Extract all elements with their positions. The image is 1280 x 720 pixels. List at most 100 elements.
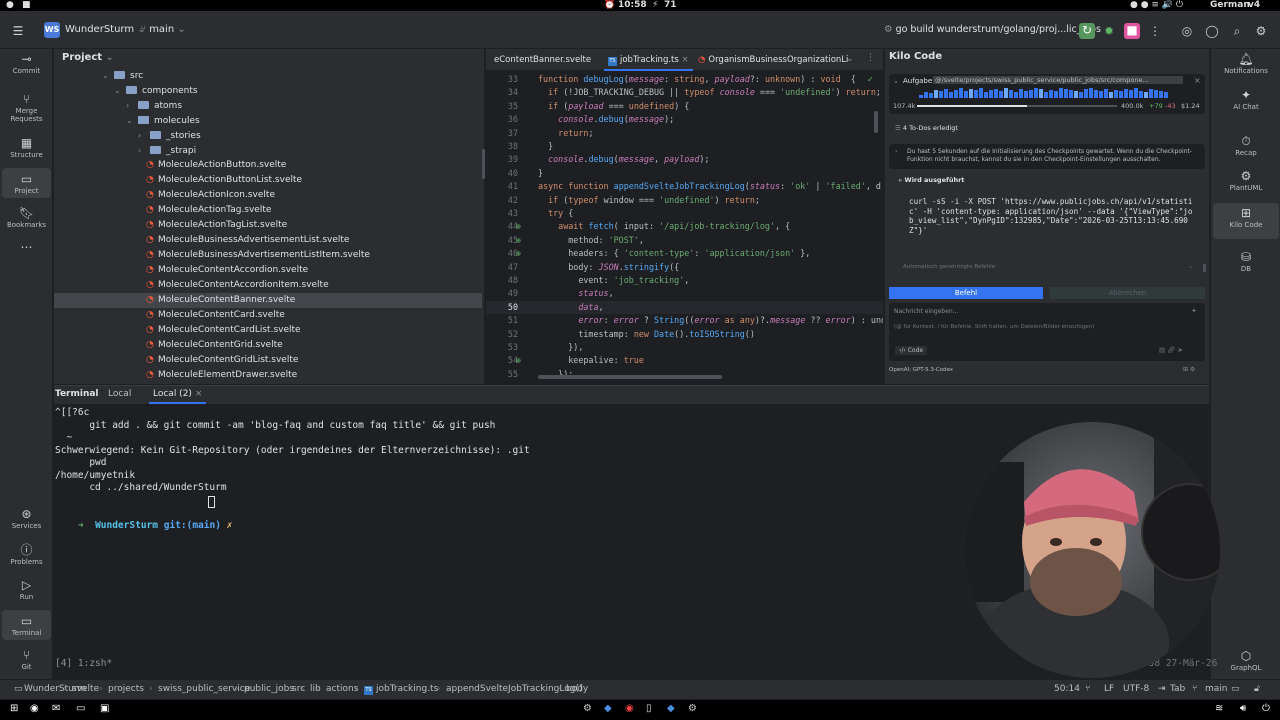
dock-app-2-icon[interactable]: ◆	[604, 703, 612, 714]
cancel-button[interactable]: Abbrechen	[1050, 287, 1205, 299]
code-line[interactable]: 41 async function appendSvelteJobTracking…	[486, 180, 883, 193]
breadcrumb-item[interactable]: body	[566, 684, 588, 694]
chevron-down-icon[interactable]: ⌄	[126, 113, 138, 128]
breadcrumb-item[interactable]: actions	[326, 684, 358, 694]
apps-icon[interactable]: ⊞	[10, 703, 18, 714]
code-line[interactable]: 36 console.debug(message);	[486, 113, 883, 126]
tool-services[interactable]: ⊛ Services	[2, 506, 51, 530]
chevron-icon[interactable]: ⌄	[893, 77, 899, 85]
tree-file[interactable]: ◔ MoleculeActionButton.svelte	[146, 158, 286, 173]
tree-file[interactable]: ◔ MoleculeContentAccordionItem.svelte	[146, 278, 329, 293]
tab-job-tracking[interactable]: TS jobTracking.ts ×	[604, 49, 693, 71]
code-line[interactable]: 37 return;	[486, 127, 883, 140]
dock-app-4-icon[interactable]: ▯	[646, 703, 652, 714]
project-panel-title[interactable]: Project ⌄	[62, 52, 114, 63]
tool-graphql[interactable]: ⬡ GraphQL	[1213, 648, 1279, 672]
tabs-more-icon[interactable]: ⋮	[866, 53, 875, 63]
tree-folder[interactable]: › atoms	[126, 98, 182, 113]
tool-git[interactable]: ⑂ Git	[2, 647, 51, 671]
code-line[interactable]: 38 }	[486, 140, 883, 153]
tree-folder[interactable]: ⌄ molecules	[126, 113, 200, 128]
mail-icon[interactable]: ✉	[52, 703, 60, 714]
gutter-icon[interactable]: ⊕	[516, 247, 521, 260]
status-branch[interactable]: main	[1205, 684, 1228, 694]
tree-file[interactable]: ◔ MoleculeContentBanner.svelte	[146, 293, 295, 308]
main-menu-icon[interactable]: ☰	[11, 24, 25, 38]
todos-status[interactable]: ☰ 4 To-Dos erledigt	[895, 124, 958, 132]
breadcrumb-item[interactable]: projects	[108, 684, 144, 694]
tool-ai-chat[interactable]: ✦ AI Chat	[1213, 87, 1279, 117]
chevron-right-icon[interactable]: ›	[138, 128, 150, 143]
code-line[interactable]: 52 timestamp: new Date().toISOString()	[486, 328, 883, 341]
chevron-right-icon[interactable]: ›	[126, 98, 138, 113]
tree-folder[interactable]: › _stories	[138, 128, 201, 143]
run-config[interactable]: ⚙ go build wunderstrum/golang/proj...lic…	[884, 22, 1101, 38]
code-line[interactable]: 44 await fetch( input: '/api/job-trackin…	[486, 220, 883, 233]
indent[interactable]: Tab	[1170, 684, 1185, 694]
code-line[interactable]: 48 event: 'job_tracking',	[486, 274, 883, 287]
tree-file[interactable]: ◔ MoleculeActionTag.svelte	[146, 203, 271, 218]
breadcrumb-item[interactable]: appendSvelteJobTrackingLog()	[446, 684, 582, 694]
tool-terminal[interactable]: ▭ Terminal	[2, 610, 51, 640]
tool-problems[interactable]: ⓘ Problems	[2, 542, 51, 566]
editor-v-scrollbar[interactable]	[874, 111, 878, 133]
tab-content-banner[interactable]: eContentBanner.svelte	[494, 49, 591, 71]
tool-commit[interactable]: ⊸ Commit	[2, 51, 51, 75]
tool-project[interactable]: ▭ Project	[2, 168, 51, 198]
chat-input[interactable]: Nachricht eingeben... ✦ (@ für Kontext, …	[889, 303, 1205, 361]
close-icon[interactable]: ×	[682, 55, 689, 65]
ai-icon[interactable]: ◎	[1180, 24, 1194, 38]
chevron-down-icon[interactable]: ⌄	[114, 83, 126, 98]
power-icon[interactable]: ⏻	[1262, 703, 1270, 714]
tab-local[interactable]: Local	[108, 389, 131, 399]
keyboard-layout[interactable]: German	[1210, 0, 1250, 11]
tree-file[interactable]: ◔ MoleculeBusinessAdvertisementListItem.s…	[146, 248, 370, 263]
code-line[interactable]: 39 console.debug(message, payload);	[486, 153, 883, 166]
gutter-icon[interactable]: ⊕	[516, 220, 521, 233]
tool-kilo-code[interactable]: ⊞ Kilo Code	[1213, 203, 1279, 239]
profile-icon[interactable]: ◯	[1205, 24, 1219, 38]
dock-app-6-icon[interactable]: ⚙	[688, 703, 697, 714]
input-actions[interactable]: ▤ 🔗︎ ➤	[1159, 346, 1183, 354]
gutter-icon[interactable]: ⊕	[516, 234, 521, 247]
command-text[interactable]: curl -sS -i -X POST 'https://www.publicj…	[909, 197, 1195, 249]
code-line[interactable]: 51 error: error ? String((error as any)?…	[486, 314, 883, 327]
close-icon[interactable]: ×	[1194, 76, 1201, 85]
project-scrollbar[interactable]	[482, 149, 485, 179]
tool-bookmarks[interactable]: 🔖︎ Bookmarks	[2, 205, 51, 229]
encoding[interactable]: UTF-8	[1123, 684, 1149, 694]
wifi-icon[interactable]: ≋	[1215, 703, 1223, 714]
tab-organism[interactable]: ◔ OrganismBusinessOrganizationLi	[698, 49, 848, 71]
sparkle-icon[interactable]: ✦	[1191, 307, 1197, 315]
tool-recap[interactable]: ⏱ Recap	[1213, 133, 1279, 157]
tree-file[interactable]: ◔ MoleculeContentGridList.svelte	[146, 353, 298, 368]
mode-selector[interactable]: ‹/› Code	[895, 346, 928, 355]
cursor-position[interactable]: 50:14	[1054, 684, 1080, 694]
code-line[interactable]: 35 if (payload === undefined) {	[486, 100, 883, 113]
line-ending[interactable]: LF	[1104, 684, 1114, 694]
code-line[interactable]: 54 keepalive: true ⊕	[486, 354, 883, 367]
tool-structure[interactable]: ▦ Structure	[2, 135, 51, 159]
tree-file[interactable]: ◔ MoleculeContentGrid.svelte	[146, 338, 283, 353]
search-icon[interactable]: ⌕	[1230, 24, 1244, 38]
tree-folder[interactable]: › _strapi	[138, 143, 196, 158]
code-line[interactable]: 33 function debugLog(message: string, pay…	[486, 73, 883, 86]
files-icon[interactable]: ▣	[100, 703, 109, 714]
dock-app-1-icon[interactable]: ⚙	[583, 703, 592, 714]
debug-icon[interactable]: ✹	[1102, 24, 1116, 38]
tree-file[interactable]: ◔ MoleculeActionIcon.svelte	[146, 188, 275, 203]
tree-file[interactable]: ◔ MoleculeContentAccordion.svelte	[146, 263, 308, 278]
tabs-dropdown-icon[interactable]: ⌄	[846, 54, 854, 64]
clock-time[interactable]: 10:58	[618, 0, 647, 11]
activities-icon[interactable]: ●	[6, 0, 14, 11]
tree-file[interactable]: ◔ MoleculeContentCard.svelte	[146, 308, 285, 323]
dock-app-3-icon[interactable]: ◉	[625, 703, 634, 714]
kilo-scrollbar[interactable]	[1203, 264, 1206, 272]
model-selector[interactable]: OpenAI: GPT-5.3-Codex	[889, 367, 953, 373]
tool-notifications[interactable]: 🔔︎ Notifications	[1213, 51, 1279, 75]
code-line[interactable]: 40}	[486, 167, 883, 180]
tree-file[interactable]: ◔ MoleculeBusinessAdvertisementList.svelt…	[146, 233, 349, 248]
memory-icon[interactable]: ▭	[1231, 684, 1240, 694]
run-icon[interactable]: ↻	[1079, 23, 1095, 39]
tool-plantuml[interactable]: ⚙ PlantUML	[1213, 168, 1279, 192]
